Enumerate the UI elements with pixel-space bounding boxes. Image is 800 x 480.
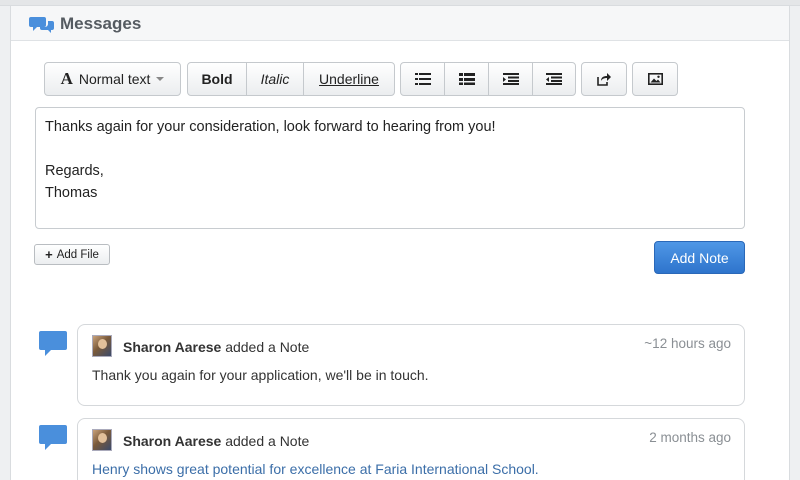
note-author[interactable]: Sharon Aarese (123, 339, 221, 355)
add-file-label: Add File (56, 248, 99, 261)
outdent-icon (502, 73, 519, 85)
avatar (92, 335, 112, 357)
numbered-list-icon (458, 73, 475, 85)
note-card: Sharon Aarese added a Note ~12 hours ago… (77, 324, 745, 406)
add-file-button[interactable]: + Add File (34, 244, 110, 265)
page-title: Messages (60, 14, 142, 33)
bold-button[interactable]: Bold (187, 62, 247, 96)
chat-bubbles-icon (29, 17, 54, 33)
text-style-group: Bold Italic Underline (187, 62, 395, 96)
editor-line: Thomas (45, 185, 98, 201)
plus-icon: + (45, 247, 53, 262)
avatar (92, 429, 112, 451)
note-header: Sharon Aarese added a Note (123, 433, 309, 449)
note-bubble-icon (39, 425, 67, 450)
panel-header: Messages (11, 6, 789, 41)
note-timestamp: 2 months ago (649, 430, 731, 445)
share-link-icon (597, 72, 611, 86)
editor-toolbar: A Normal text Bold Italic Underline (0, 62, 800, 98)
insert-image-button[interactable] (632, 62, 678, 96)
text-format-dropdown[interactable]: A Normal text (44, 62, 181, 96)
numbered-list-button[interactable] (444, 62, 489, 96)
note-bubble-icon (39, 331, 67, 356)
editor-line: Regards, (45, 163, 104, 179)
outdent-button[interactable] (488, 62, 533, 96)
italic-button[interactable]: Italic (246, 62, 304, 96)
text-format-label: Normal text (78, 71, 151, 87)
note-action: added a Note (225, 339, 310, 355)
bullet-list-icon (414, 73, 431, 85)
share-link-button[interactable] (581, 62, 627, 96)
editor-line: Thanks again for your consideration, loo… (45, 119, 496, 135)
note-timestamp: ~12 hours ago (644, 336, 731, 351)
note-action: added a Note (225, 433, 310, 449)
note-author[interactable]: Sharon Aarese (123, 433, 221, 449)
note-body: Thank you again for your application, we… (92, 367, 429, 383)
image-icon (647, 73, 663, 85)
indent-icon (546, 73, 562, 85)
list-group (400, 62, 576, 96)
note-body: Henry shows great potential for excellen… (92, 461, 539, 477)
indent-button[interactable] (532, 62, 576, 96)
bullet-list-button[interactable] (400, 62, 445, 96)
note-header: Sharon Aarese added a Note (123, 339, 309, 355)
chevron-down-icon (156, 77, 165, 81)
font-a-icon: A (60, 69, 73, 88)
editor-line (45, 138, 735, 160)
add-note-button[interactable]: Add Note (654, 241, 745, 274)
message-editor[interactable]: Thanks again for your consideration, loo… (35, 107, 745, 229)
note-card: Sharon Aarese added a Note 2 months ago … (77, 418, 745, 480)
underline-button[interactable]: Underline (303, 62, 395, 96)
